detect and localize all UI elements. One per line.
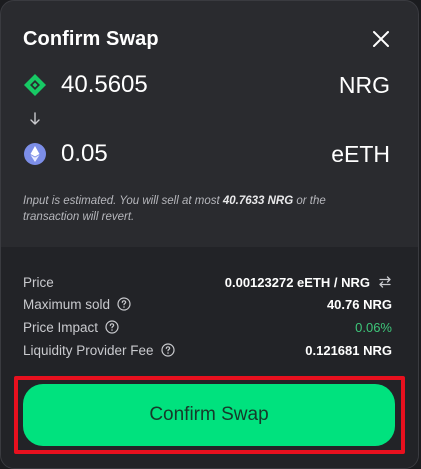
- price-value-wrap: 0.00123272 eETH / NRG: [225, 275, 392, 290]
- output-symbol: eETH: [331, 140, 390, 167]
- price-label: Price: [23, 274, 54, 290]
- price-impact-label-wrap: Price Impact: [23, 320, 119, 335]
- help-icon[interactable]: [160, 343, 175, 357]
- modal-title: Confirm Swap: [23, 28, 159, 50]
- nrg-token-icon: [23, 73, 47, 97]
- input-amount: 40.5605: [61, 71, 148, 98]
- max-sold-row: Maximum sold 40.76 NRG: [23, 294, 392, 314]
- lp-fee-label-wrap: Liquidity Provider Fee: [23, 343, 175, 358]
- eth-token-icon: [23, 142, 47, 166]
- max-sold-label: Maximum sold: [23, 296, 111, 312]
- confirm-swap-button[interactable]: Confirm Swap: [23, 384, 395, 446]
- note-max-amount: 40.7633 NRG: [222, 195, 294, 207]
- lp-fee-label: Liquidity Provider Fee: [23, 342, 154, 358]
- arrow-down-icon: [28, 111, 42, 127]
- price-row: Price 0.00123272 eETH / NRG: [23, 272, 392, 292]
- estimate-note: Input is estimated. You will sell at mos…: [23, 193, 383, 225]
- price-impact-value: 0.06%: [355, 319, 392, 335]
- lp-fee-row: Liquidity Provider Fee 0.121681 NRG: [23, 340, 392, 360]
- help-icon[interactable]: [117, 297, 131, 311]
- swap-direction-icon[interactable]: [378, 275, 392, 289]
- note-prefix: Input is estimated. You will sell at mos…: [23, 195, 223, 207]
- price-value: 0.00123272 eETH / NRG: [224, 274, 370, 290]
- lp-fee-value: 0.121681 NRG: [305, 342, 392, 358]
- output-token-row: 0.05 eETH: [23, 137, 390, 171]
- output-amount: 0.05: [61, 140, 108, 167]
- close-icon[interactable]: [370, 28, 392, 50]
- confirm-swap-modal: Confirm Swap 40.5605 NRG 0.05 eETH Input…: [0, 0, 419, 469]
- input-symbol: NRG: [338, 71, 390, 98]
- price-impact-row: Price Impact 0.06%: [23, 317, 392, 337]
- max-sold-label-wrap: Maximum sold: [23, 297, 131, 312]
- max-sold-value: 40.76 NRG: [326, 296, 392, 312]
- modal-header: Confirm Swap: [23, 28, 396, 54]
- price-impact-label: Price Impact: [23, 319, 99, 335]
- help-icon[interactable]: [105, 320, 119, 334]
- input-token-row: 40.5605 NRG: [23, 68, 390, 102]
